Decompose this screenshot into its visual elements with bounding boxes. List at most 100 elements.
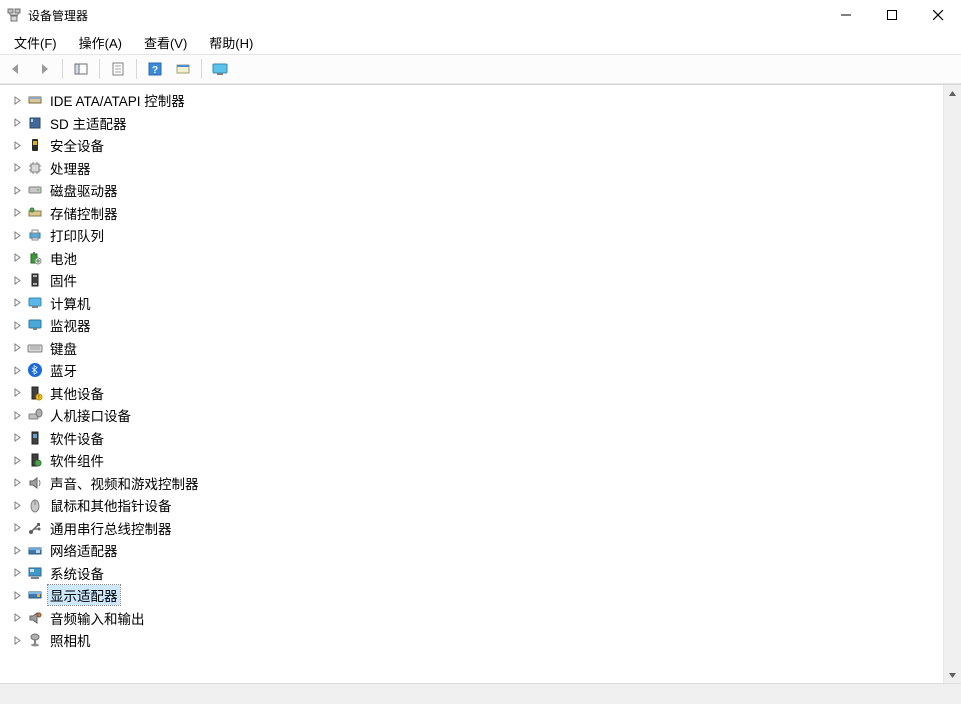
expand-toggle-icon[interactable] (10, 386, 24, 400)
expand-toggle-icon[interactable] (10, 431, 24, 445)
expand-toggle-icon[interactable] (10, 228, 24, 242)
expand-toggle-icon[interactable] (10, 498, 24, 512)
expand-toggle-icon[interactable] (10, 341, 24, 355)
expand-toggle-icon[interactable] (10, 116, 24, 130)
tree-item[interactable]: 处理器 (10, 157, 943, 180)
vertical-scrollbar[interactable] (943, 85, 961, 684)
tree-item[interactable]: 监视器 (10, 314, 943, 337)
tree-item[interactable]: IDE ATA/ATAPI 控制器 (10, 89, 943, 112)
tree-item[interactable]: 通用串行总线控制器 (10, 517, 943, 540)
tree-item-label[interactable]: SD 主适配器 (48, 113, 129, 133)
tree-item-label[interactable]: 固件 (48, 270, 79, 290)
tree-item[interactable]: 存储控制器 (10, 202, 943, 225)
security-device-icon (26, 137, 44, 153)
forward-button[interactable] (31, 57, 57, 81)
scan-button[interactable] (170, 57, 196, 81)
tree-item[interactable]: 音频输入和输出 (10, 607, 943, 630)
expand-toggle-icon[interactable] (10, 318, 24, 332)
tree-item-label[interactable]: IDE ATA/ATAPI 控制器 (48, 90, 187, 110)
tree-item[interactable]: SD 主适配器 (10, 112, 943, 135)
expand-toggle-icon[interactable] (10, 588, 24, 602)
tree-item[interactable]: 系统设备 (10, 562, 943, 585)
tree-item[interactable]: 软件设备 (10, 427, 943, 450)
tree-item-label[interactable]: 处理器 (48, 158, 93, 178)
menu-view[interactable]: 查看(V) (134, 31, 197, 54)
usb-controller-icon (26, 520, 44, 536)
tree-item[interactable]: 声音、视频和游戏控制器 (10, 472, 943, 495)
tree-item-label[interactable]: 磁盘驱动器 (48, 180, 120, 200)
tree-item-label[interactable]: 通用串行总线控制器 (48, 518, 174, 538)
tree-item[interactable]: 打印队列 (10, 224, 943, 247)
expand-toggle-icon[interactable] (10, 633, 24, 647)
tree-item-label[interactable]: 系统设备 (48, 563, 106, 583)
tree-item[interactable]: !其他设备 (10, 382, 943, 405)
tree-item[interactable]: 磁盘驱动器 (10, 179, 943, 202)
bluetooth-icon (26, 362, 44, 378)
software-device-icon (26, 430, 44, 446)
menu-action[interactable]: 操作(A) (69, 31, 132, 54)
tree-item-label[interactable]: 打印队列 (48, 225, 106, 245)
expand-toggle-icon[interactable] (10, 543, 24, 557)
tree-item-label[interactable]: 安全设备 (48, 135, 106, 155)
scroll-up-arrow[interactable] (944, 85, 961, 102)
expand-toggle-icon[interactable] (10, 273, 24, 287)
storage-controller-icon (26, 205, 44, 221)
close-button[interactable] (915, 0, 961, 30)
tree-item[interactable]: 键盘 (10, 337, 943, 360)
expand-toggle-icon[interactable] (10, 183, 24, 197)
tree-item[interactable]: 蓝牙 (10, 359, 943, 382)
expand-toggle-icon[interactable] (10, 566, 24, 580)
tree-item-label[interactable]: 其他设备 (48, 383, 106, 403)
tree-item-label[interactable]: 计算机 (48, 293, 93, 313)
scroll-down-arrow[interactable] (944, 667, 961, 684)
expand-toggle-icon[interactable] (10, 476, 24, 490)
tree-item[interactable]: 显示适配器 (10, 584, 943, 607)
tree-item-label[interactable]: 声音、视频和游戏控制器 (48, 473, 201, 493)
tree-item[interactable]: 电池 (10, 247, 943, 270)
tree-item-label[interactable]: 电池 (48, 248, 79, 268)
expand-toggle-icon[interactable] (10, 611, 24, 625)
tree-item-label[interactable]: 软件组件 (48, 450, 106, 470)
tree-item[interactable]: 固件 (10, 269, 943, 292)
tree-item-label[interactable]: 键盘 (48, 338, 79, 358)
tree-item-label[interactable]: 音频输入和输出 (48, 608, 147, 628)
tree-item-label[interactable]: 人机接口设备 (48, 405, 133, 425)
window-controls (823, 0, 961, 30)
tree-item[interactable]: 软件组件 (10, 449, 943, 472)
device-tree[interactable]: IDE ATA/ATAPI 控制器 SD 主适配器安全设备处理器磁盘驱动器存储控制… (0, 85, 943, 684)
tree-item[interactable]: 照相机 (10, 629, 943, 652)
show-hide-console-button[interactable] (68, 57, 94, 81)
tree-item-label[interactable]: 显示适配器 (48, 585, 120, 605)
tree-item[interactable]: 网络适配器 (10, 539, 943, 562)
expand-toggle-icon[interactable] (10, 138, 24, 152)
expand-toggle-icon[interactable] (10, 296, 24, 310)
expand-toggle-icon[interactable] (10, 363, 24, 377)
minimize-button[interactable] (823, 0, 869, 30)
tree-item-label[interactable]: 蓝牙 (48, 360, 79, 380)
expand-toggle-icon[interactable] (10, 161, 24, 175)
expand-toggle-icon[interactable] (10, 206, 24, 220)
expand-toggle-icon[interactable] (10, 251, 24, 265)
tree-item-label[interactable]: 监视器 (48, 315, 93, 335)
tree-item[interactable]: 计算机 (10, 292, 943, 315)
properties-button[interactable] (105, 57, 131, 81)
window-title: 设备管理器 (28, 7, 88, 24)
help-button[interactable]: ? (142, 57, 168, 81)
tree-item-label[interactable]: 网络适配器 (48, 540, 120, 560)
tree-item[interactable]: 安全设备 (10, 134, 943, 157)
maximize-button[interactable] (869, 0, 915, 30)
tree-item-label[interactable]: 照相机 (48, 630, 93, 650)
expand-toggle-icon[interactable] (10, 93, 24, 107)
expand-toggle-icon[interactable] (10, 408, 24, 422)
back-button[interactable] (3, 57, 29, 81)
menu-file[interactable]: 文件(F) (4, 31, 67, 54)
tree-item-label[interactable]: 软件设备 (48, 428, 106, 448)
tree-item[interactable]: 鼠标和其他指针设备 (10, 494, 943, 517)
tree-item-label[interactable]: 鼠标和其他指针设备 (48, 495, 174, 515)
expand-toggle-icon[interactable] (10, 453, 24, 467)
menu-help[interactable]: 帮助(H) (199, 31, 263, 54)
monitor-button[interactable] (207, 57, 233, 81)
tree-item[interactable]: 人机接口设备 (10, 404, 943, 427)
expand-toggle-icon[interactable] (10, 521, 24, 535)
tree-item-label[interactable]: 存储控制器 (48, 203, 120, 223)
